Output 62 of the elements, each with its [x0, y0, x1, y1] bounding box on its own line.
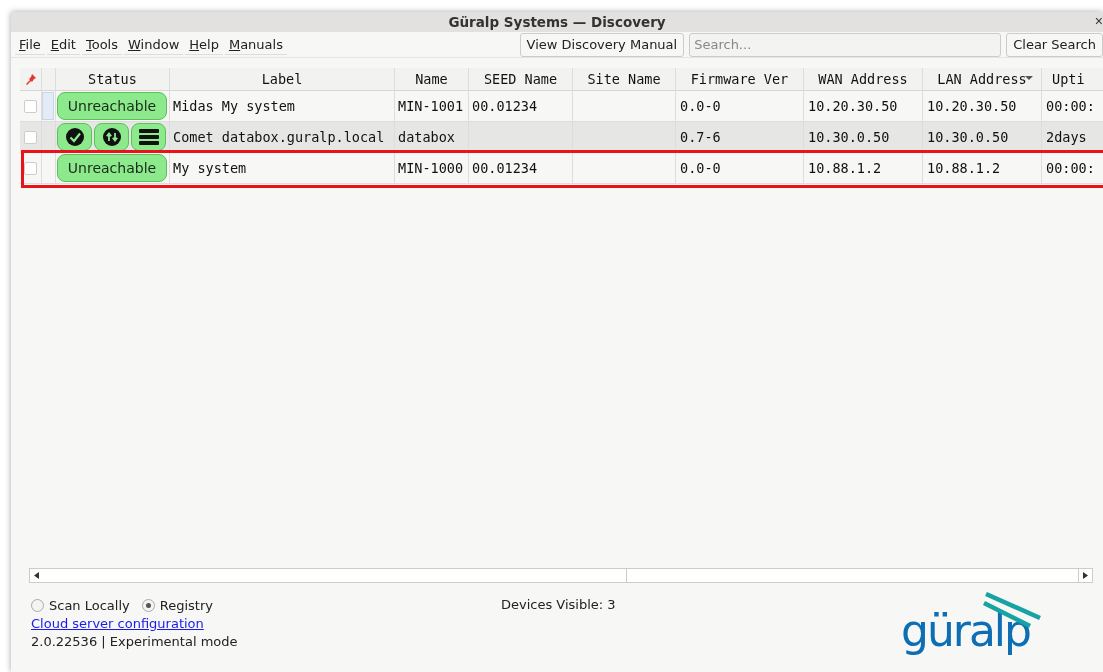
close-button[interactable]: ×	[1094, 13, 1103, 29]
manual-button[interactable]: View Discovery Manual	[519, 32, 685, 57]
column-header[interactable]: LAN Address	[923, 68, 1042, 91]
table-cell: Comet databox.guralp.local	[170, 122, 395, 153]
menu-item[interactable]: Window	[124, 34, 184, 55]
radio-option[interactable]: Scan Locally	[31, 598, 130, 613]
column-header[interactable]: SEED Name	[469, 68, 573, 91]
status-button[interactable]: Unreachable	[57, 154, 167, 182]
table-cell	[42, 153, 56, 184]
table-cell: 10.30.0.50	[923, 122, 1042, 153]
column-header[interactable]: Name	[395, 68, 469, 91]
column-header[interactable]: Label	[170, 68, 395, 91]
logo-text: güralp	[901, 608, 1031, 655]
status-icon-button[interactable]	[57, 123, 92, 151]
menu-item[interactable]: Edit	[46, 34, 80, 55]
radio-button[interactable]	[31, 599, 44, 612]
column-header[interactable]	[20, 68, 42, 91]
search-field[interactable]: Search...	[689, 32, 1002, 57]
status-icon-button[interactable]	[94, 123, 129, 151]
table-cell: 0.7-6	[676, 122, 804, 153]
table-cell: databox	[395, 122, 469, 153]
menu-item[interactable]: Help	[185, 34, 223, 55]
menu-item[interactable]: File	[15, 34, 45, 55]
radio-option[interactable]: Registry	[141, 598, 213, 613]
table-cell: 0.0-0	[676, 153, 804, 184]
version-text: 2.0.22536 | Experimental mode	[31, 634, 239, 649]
table-cell: My system	[170, 153, 395, 184]
row-checkbox[interactable]	[24, 130, 37, 144]
radio-label[interactable]: Scan Locally	[49, 598, 130, 613]
clear-search-button[interactable]: Clear Search	[1006, 32, 1103, 57]
column-header[interactable]: Upti	[1042, 68, 1103, 91]
cloud-config-link[interactable]: Cloud server configuration	[31, 616, 204, 631]
table-cell: 10.30.0.50	[804, 122, 923, 153]
right-arrow-icon[interactable]	[1083, 572, 1088, 579]
table-cell: 00.01234	[469, 153, 573, 184]
left-arrow-icon[interactable]	[34, 572, 39, 579]
radio-button[interactable]	[141, 599, 155, 612]
menu-item[interactable]: Manuals	[224, 34, 287, 55]
table-row[interactable]: Unreachable My system MIN-1000 00.01234 0.0-0 10.88.1.2 10.88.1.2 00:00:	[20, 153, 1103, 184]
table-cell: 10.88.1.2	[923, 153, 1042, 184]
window-title: Güralp Systems — Discovery	[448, 14, 666, 30]
row-checkbox[interactable]	[24, 161, 37, 175]
horizontal-scrollbar[interactable]	[29, 568, 1093, 583]
table-cell: MIN-1000	[395, 153, 469, 184]
devices-count: Devices Visible: 3	[501, 596, 617, 614]
menu-item[interactable]: Tools	[81, 34, 122, 55]
sort-indicator-icon	[1025, 76, 1033, 80]
column-header[interactable]: Firmware Ver	[676, 68, 804, 91]
table-cell: 2days	[1042, 122, 1103, 153]
list-icon	[138, 128, 159, 146]
status-button[interactable]: Unreachable	[57, 92, 167, 120]
table-cell: 10.88.1.2	[804, 153, 923, 184]
pin-icon	[25, 73, 36, 85]
column-header[interactable]: WAN Address	[804, 68, 923, 91]
column-header[interactable]: Site Name	[573, 68, 676, 91]
table-cell: 00:00:	[1042, 153, 1103, 184]
check-icon	[65, 128, 84, 146]
status-icon-button[interactable]	[131, 123, 166, 151]
upload-download-icon	[102, 128, 121, 146]
column-header[interactable]: Status	[56, 68, 170, 91]
radio-label[interactable]: Registry	[159, 598, 213, 613]
row-checkbox[interactable]	[24, 99, 37, 113]
